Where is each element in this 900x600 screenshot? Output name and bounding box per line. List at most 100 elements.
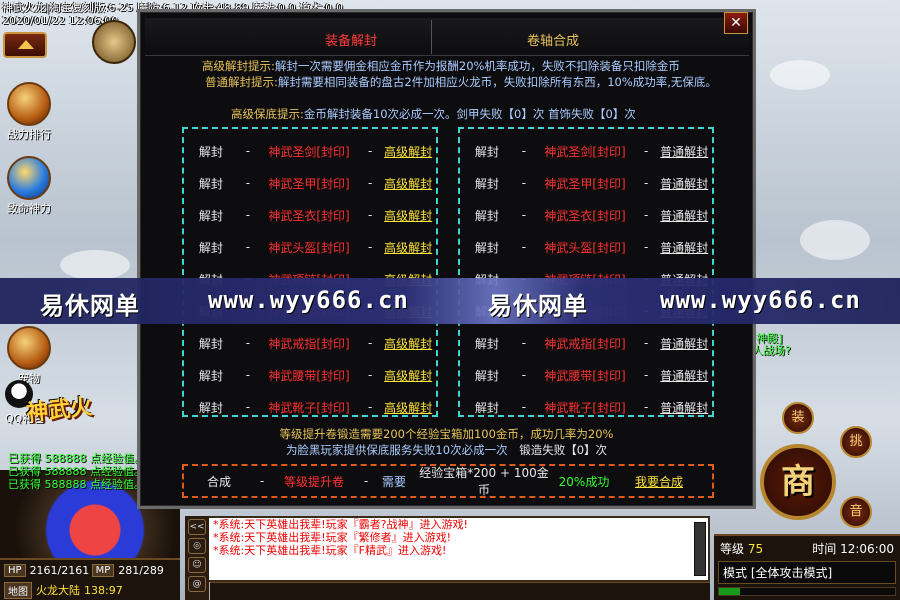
equipment-button[interactable]: 装 <box>782 402 814 434</box>
item-name: 神武靴子[封印] <box>268 400 350 415</box>
advanced-unseal-button[interactable]: 高级解封 <box>380 143 436 160</box>
item-name: 神武戒指[封印] <box>544 336 626 351</box>
hint-label: 普通解封提示: <box>205 75 278 89</box>
row-dash: - <box>521 240 527 254</box>
challenge-button[interactable]: 挑 <box>840 426 872 458</box>
unseal-row: 解封 - 神武头盔[封印] - 高级解封 <box>184 231 436 263</box>
advanced-unseal-button[interactable]: 高级解封 <box>380 399 436 416</box>
item-name: 神武圣衣[封印] <box>268 208 350 223</box>
row-dash: - <box>368 368 373 382</box>
unseal-row: 解封 - 神武腰带[封印] - 高级解封 <box>184 359 436 391</box>
exp-bar-fill <box>719 588 741 595</box>
item-name: 神武靴子[封印] <box>544 400 626 415</box>
exp-bar <box>718 587 896 596</box>
unseal-row: 解封 - 神武圣剑[封印] - 普通解封 <box>460 135 712 167</box>
row-dash: - <box>521 336 527 350</box>
unseal-row: 解封 - 神武靴子[封印] - 高级解封 <box>184 391 436 423</box>
normal-unseal-list: 解封 - 神武圣剑[封印] - 普通解封 解封 - 神武圣甲[封印] - 普通解封 解封 - 神武圣衣[… <box>458 127 714 417</box>
row-dash: - <box>368 144 373 158</box>
row-dash: - <box>521 368 527 382</box>
craft-dash: - <box>363 474 369 488</box>
craft-item: 等级提升卷 <box>283 474 344 489</box>
event-note-line: 人战场? <box>752 344 791 357</box>
unseal-row: 解封 - 神武圣剑[封印] - 高级解封 <box>184 135 436 167</box>
advanced-unseal-button[interactable]: 高级解封 <box>380 335 436 352</box>
exp-gain-log: 已获得 588888 点经验值。 已获得 588888 点经验值。 已获得 58… <box>8 452 145 491</box>
row-dash: - <box>644 176 649 190</box>
event-note: [神殿] 人战场? <box>752 333 791 357</box>
advanced-unseal-button[interactable]: 高级解封 <box>380 207 436 224</box>
craft-label: 合成 <box>206 474 231 489</box>
item-name: 神武头盔[封印] <box>544 240 626 255</box>
advanced-unseal-button[interactable]: 高级解封 <box>380 367 436 384</box>
exp-gain-line: 已获得 588888 点经验值。 <box>8 478 145 491</box>
row-dash: - <box>644 400 649 414</box>
normal-unseal-button[interactable]: 普通解封 <box>656 335 712 352</box>
level-label: 等级 <box>720 542 745 556</box>
tab-equipment-unseal[interactable]: 装备解封 <box>261 30 441 49</box>
unseal-label: 解封 <box>198 240 223 255</box>
watermark-text: 易休网单 <box>40 292 140 320</box>
item-name: 神武腰带[封印] <box>268 368 350 383</box>
chat-channel-icon[interactable]: ◎ <box>188 538 206 554</box>
craft-row: 合成 - 等级提升卷 - 需要 经验宝箱*200 + 100金币 20%成功 我… <box>182 464 714 498</box>
normal-unseal-button[interactable]: 普通解封 <box>656 207 712 224</box>
normal-unseal-button[interactable]: 普通解封 <box>656 367 712 384</box>
row-dash: - <box>521 176 527 190</box>
row-dash: - <box>644 336 649 350</box>
emoji-icon[interactable]: ☺ <box>188 557 206 573</box>
time-label: 时间 <box>812 542 837 556</box>
advanced-unseal-button[interactable]: 高级解封 <box>380 175 436 192</box>
unseal-row: 解封 - 神武靴子[封印] - 普通解封 <box>460 391 712 423</box>
row-dash: - <box>245 336 251 350</box>
mention-icon[interactable]: @ <box>188 576 206 592</box>
item-name: 神武头盔[封印] <box>268 240 350 255</box>
crossed-swords-icon[interactable] <box>92 20 136 64</box>
upgrade-scroll-info: 等级提升卷锻造需要200个经验宝箱加100金币，成功几率为20% <box>279 427 614 441</box>
map-coords: 138:97 <box>84 583 123 597</box>
guarantee-hint: 高级保底提示:金币解封装备10次必成一次。剑甲失败【0】次 首饰失败【0】次 <box>231 106 636 122</box>
unseal-label: 解封 <box>474 144 499 159</box>
unseal-label: 解封 <box>198 144 223 159</box>
unseal-label: 解封 <box>198 336 223 351</box>
chat-line: *系统:天下英雄出我辈!玩家『F精武』进入游戏! <box>213 544 447 557</box>
divine-power-button[interactable]: 致命神力 <box>0 156 58 216</box>
level-panel: 等级 75 时间 12:06:00 模式 [全体攻击模式] <box>714 534 900 600</box>
forge-fail-count: 锻造失败【0】次 <box>519 443 608 457</box>
row-dash: - <box>521 400 527 414</box>
chat-input[interactable] <box>210 582 710 600</box>
unseal-label: 解封 <box>474 176 499 191</box>
power-ranking-button[interactable]: 战力排行 <box>0 82 58 142</box>
hint-text: 金币解封装备10次必成一次。剑甲失败【0】次 首饰失败【0】次 <box>303 107 636 121</box>
unseal-label: 解封 <box>198 176 223 191</box>
normal-unseal-button[interactable]: 普通解封 <box>656 175 712 192</box>
advanced-unseal-list: 解封 - 神武圣剑[封印] - 高级解封 解封 - 神武圣甲[封印] - 高级解封 解封 - 神武圣衣[… <box>182 127 438 417</box>
close-icon[interactable]: ✕ <box>724 12 748 34</box>
flame-orb-icon <box>7 156 51 200</box>
row-dash: - <box>644 144 649 158</box>
advanced-unseal-button[interactable]: 高级解封 <box>380 239 436 256</box>
row-dash: - <box>245 176 251 190</box>
unseal-label: 解封 <box>474 208 499 223</box>
chat-window[interactable]: *系统:天下英雄出我辈!玩家『霸者?战神』进入游戏! *系统:天下英雄出我辈!玩… <box>185 516 710 582</box>
tab-scroll-craft[interactable]: 卷轴合成 <box>463 30 643 49</box>
pet-button[interactable]: 宠物 <box>0 326 58 386</box>
hp-value: 2161/2161 <box>29 563 90 577</box>
chat-collapse-icon[interactable]: << <box>188 519 206 535</box>
craft-button[interactable]: 我要合成 <box>614 473 704 490</box>
craft-dash: - <box>259 474 265 488</box>
attack-mode[interactable]: [全体攻击模式] <box>751 566 832 580</box>
upgrade-guarantee-info: 为脸黑玩家提供保底服务失败10次必成一次 锻造失败【0】次 <box>140 442 753 458</box>
normal-unseal-button[interactable]: 普通解封 <box>656 399 712 416</box>
normal-unseal-button[interactable]: 普通解封 <box>656 143 712 160</box>
chat-scrollbar[interactable] <box>694 522 706 576</box>
advanced-unseal-hint: 高级解封提示:解封一次需要佣金相应金币作为报酬20%机率成功，失败不扣除装备只扣… <box>202 58 680 74</box>
collapse-arrow-icon[interactable] <box>3 32 47 58</box>
sound-button[interactable]: 音 <box>840 496 872 528</box>
row-dash: - <box>521 144 527 158</box>
unseal-row: 解封 - 神武圣衣[封印] - 高级解封 <box>184 199 436 231</box>
unseal-dialog: 装备解封 卷轴合成 ✕ 高级解封提示:解封一次需要佣金相应金币作为报酬20%机率… <box>137 9 756 509</box>
shop-button[interactable]: 商 <box>760 444 836 520</box>
unseal-label: 解封 <box>474 240 499 255</box>
normal-unseal-button[interactable]: 普通解封 <box>656 239 712 256</box>
